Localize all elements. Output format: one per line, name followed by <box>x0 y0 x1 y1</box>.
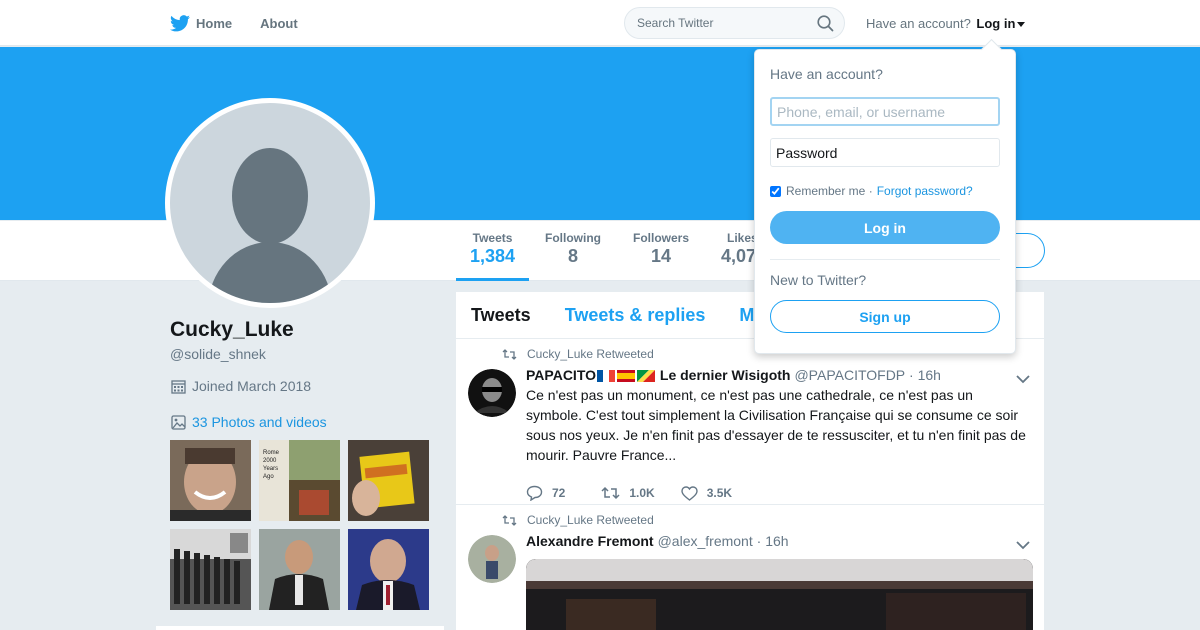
twitter-bird-icon <box>170 14 190 31</box>
stat-value: 8 <box>567 246 578 266</box>
reply-count: 72 <box>552 486 566 500</box>
account-prompt: Have an account? <box>866 16 971 31</box>
profile-handle: @solide_shnek <box>170 346 266 362</box>
divider <box>770 259 1000 260</box>
media-thumbnail[interactable] <box>259 529 340 610</box>
tweet-handle[interactable]: @alex_fremont <box>658 533 753 549</box>
joined-date: Joined March 2018 <box>171 378 311 394</box>
chevron-down-icon[interactable] <box>1016 371 1030 389</box>
tweet-text: Ce n'est pas un monument, ce n'est pas u… <box>526 387 1026 463</box>
username-field[interactable] <box>770 97 1000 126</box>
retweet-icon <box>502 514 517 526</box>
login-dropdown-title: Have an account? <box>770 66 883 82</box>
media-thumbnail[interactable] <box>348 440 429 521</box>
france-flag-icon <box>597 370 616 383</box>
tab-tweets-replies[interactable]: Tweets & replies <box>565 305 706 326</box>
stat-value: 4,07 <box>721 246 757 266</box>
nav-left: Home About <box>170 0 326 46</box>
top-navigation-bar: Home About Have an account? Log in <box>0 0 1200 46</box>
media-thumbnail[interactable] <box>170 440 251 521</box>
photos-videos-label: 33 Photos and videos <box>192 414 327 430</box>
retweet-icon <box>601 486 620 500</box>
account-menu: Have an account? Log in <box>866 16 1026 31</box>
default-avatar-icon <box>170 103 370 303</box>
nav-about-label: About <box>260 15 298 31</box>
search-icon[interactable] <box>817 15 834 37</box>
tab-media[interactable]: M <box>739 305 754 326</box>
like-button[interactable]: 3.5K <box>681 485 733 501</box>
tweet[interactable]: Cucky_Luke Retweeted Alexandre Fremont @… <box>456 505 1044 630</box>
sidebar-card <box>156 626 444 630</box>
stat-following[interactable]: Following 8 <box>545 231 601 267</box>
photos-videos-link[interactable]: 33 Photos and videos <box>171 414 327 430</box>
retweet-text[interactable]: Cucky_Luke Retweeted <box>527 347 654 361</box>
reply-button[interactable]: 72 <box>526 485 565 501</box>
svg-text:Rome: Rome <box>263 450 280 456</box>
tweet-author[interactable]: PAPACITO Le dernier Wisigoth <box>526 367 790 383</box>
image-icon <box>171 414 186 430</box>
tweet-author-name[interactable]: Alexandre Fremont <box>526 533 654 549</box>
search-box <box>624 7 845 39</box>
retweet-text[interactable]: Cucky_Luke Retweeted <box>527 513 654 527</box>
svg-text:2000: 2000 <box>263 458 277 464</box>
stat-value: 14 <box>650 246 672 266</box>
tweet-handle[interactable]: @PAPACITOFDP <box>794 367 905 383</box>
retweet-icon <box>502 348 517 360</box>
media-thumbnail[interactable] <box>348 529 429 610</box>
spain-flag-icon <box>617 370 636 383</box>
tweet-author-suffix: Le dernier Wisigoth <box>659 367 791 383</box>
nav-about[interactable]: About <box>260 16 298 31</box>
new-to-twitter-prompt: New to Twitter? <box>770 272 867 288</box>
heart-icon <box>681 485 698 501</box>
remember-me-label: Remember me · <box>786 184 873 198</box>
nav-home-label: Home <box>196 15 233 31</box>
tweet-avatar[interactable] <box>468 369 516 417</box>
signup-button[interactable]: Sign up <box>770 300 1000 333</box>
retweet-context: Cucky_Luke Retweeted <box>502 513 1032 527</box>
remember-me-checkbox[interactable] <box>770 185 781 197</box>
chevron-down-icon[interactable] <box>1017 22 1026 28</box>
remember-row: Remember me · Forgot password? <box>770 184 1000 198</box>
forgot-password-link[interactable]: Forgot password? <box>877 184 973 198</box>
profile-name[interactable]: Cucky_Luke <box>170 318 294 342</box>
retweet-button[interactable]: 1.0K <box>601 486 655 500</box>
stat-likes[interactable]: Likes 4,07 <box>721 231 758 267</box>
stat-tweets[interactable]: Tweets 1,384 <box>455 231 530 281</box>
tweet-time[interactable]: · 16h <box>757 533 789 549</box>
svg-text:Ago: Ago <box>263 474 274 480</box>
search-input[interactable] <box>637 16 807 30</box>
tweet[interactable]: Cucky_Luke Retweeted PAPACITO Le dernier… <box>456 339 1044 505</box>
stat-value: 1,384 <box>470 246 516 266</box>
like-count: 3.5K <box>706 486 733 500</box>
profile-avatar[interactable] <box>165 98 375 308</box>
stat-label: Followers <box>633 231 690 245</box>
tweet-time[interactable]: · 16h <box>909 367 941 383</box>
tweet-author-name: PAPACITO <box>526 367 597 383</box>
joined-text: Joined March 2018 <box>192 378 312 394</box>
reply-icon <box>526 485 543 501</box>
calendar-icon <box>171 379 186 394</box>
stat-label: Tweets <box>472 231 513 245</box>
svg-text:Years: Years <box>263 466 278 472</box>
password-field[interactable] <box>770 138 1000 167</box>
nav-home[interactable]: Home <box>170 14 233 32</box>
chevron-down-icon[interactable] <box>1016 537 1030 555</box>
tab-tweets[interactable]: Tweets <box>471 305 531 326</box>
tweet-header: Alexandre Fremont @alex_fremont · 16h <box>526 533 1032 549</box>
retweet-count: 1.0K <box>629 486 655 500</box>
congo-flag-icon <box>637 370 656 383</box>
login-menu-toggle[interactable]: Log in <box>976 16 1015 31</box>
tweet-media[interactable] <box>526 559 1033 630</box>
login-dropdown: Have an account? Remember me · Forgot pa… <box>754 49 1016 354</box>
media-thumbnail[interactable]: Rome 2000 Years Ago <box>259 440 340 521</box>
stat-label: Following <box>545 231 601 245</box>
media-thumbnail-grid: Rome 2000 Years Ago <box>170 440 430 610</box>
tweet-avatar[interactable] <box>468 535 516 583</box>
tweet-header: PAPACITO Le dernier Wisigoth @PAPACITOFD… <box>526 367 1032 383</box>
login-button[interactable]: Log in <box>770 211 1000 244</box>
stat-followers[interactable]: Followers 14 <box>633 231 689 267</box>
media-thumbnail[interactable] <box>170 529 251 610</box>
